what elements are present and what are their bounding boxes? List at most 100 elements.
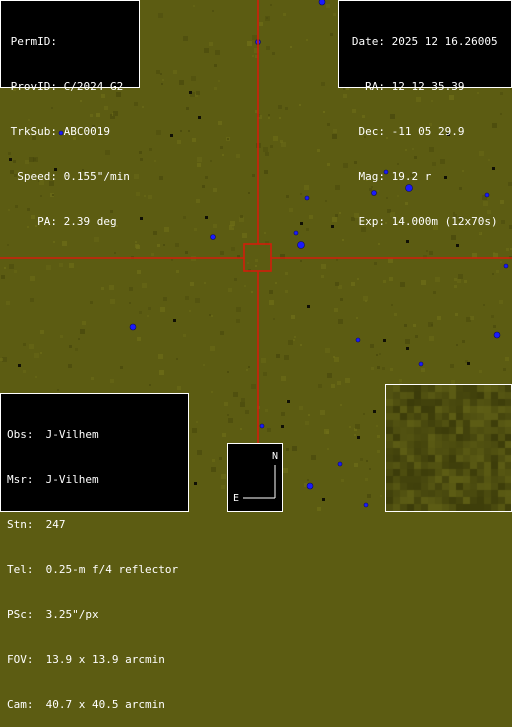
noise-pixel [142,106,144,108]
noise-pixel [327,163,330,166]
noise-pixel [90,301,93,304]
noise-pixel [265,152,269,156]
star [129,323,137,331]
star [293,230,299,236]
noise-pixel [300,344,302,346]
noise-pixel [211,391,213,393]
dark-pixel [322,498,325,501]
noise-pixel [129,302,131,304]
zoom-thumbnail[interactable] [385,384,512,512]
noise-pixel [281,412,285,416]
noise-pixel [311,455,316,460]
noise-pixel [202,185,205,188]
noise-pixel [267,428,271,432]
noise-pixel [139,151,142,154]
noise-pixel [156,70,160,74]
ra-row: RA: 12 12 35.39 [345,79,505,94]
noise-pixel [304,185,309,190]
noise-pixel [429,336,434,341]
noise-pixel [220,331,224,335]
noise-pixel [244,285,246,287]
noise-pixel [7,244,9,246]
noise-pixel [40,352,42,354]
noise-pixel [248,192,250,194]
noise-pixel [289,208,293,212]
noise-pixel [194,228,197,231]
noise-pixel [6,301,10,305]
dark-pixel [140,217,143,220]
noise-pixel [270,145,273,148]
noise-pixel [252,174,255,177]
noise-pixel [263,372,267,376]
noise-pixel [285,107,288,110]
noise-pixel [285,272,288,275]
speed-label: Speed: [17,170,57,183]
noise-pixel [142,283,147,288]
noise-pixel [242,233,247,238]
noise-pixel [134,102,138,106]
noise-pixel [82,321,86,325]
noise-pixel [144,195,146,197]
dark-pixel [205,216,208,219]
noise-pixel [139,311,142,314]
ra-label: RA: [365,80,385,93]
noise-pixel [454,278,457,281]
noise-pixel [268,117,270,119]
noise-pixel [222,433,226,437]
pa-value: 2.39 deg [63,215,117,228]
noise-pixel [508,182,512,186]
noise-pixel [279,117,281,119]
noise-pixel [136,192,140,196]
noise-pixel [192,138,196,142]
noise-pixel [175,243,179,247]
noise-pixel [159,176,163,180]
noise-pixel [14,270,17,273]
noise-pixel [30,276,35,281]
dark-pixel [373,410,376,413]
noise-pixel [428,322,433,327]
noise-pixel [183,36,188,41]
noise-pixel [284,355,289,360]
noise-pixel [308,414,310,416]
noise-pixel [351,282,355,286]
noise-pixel [177,386,181,390]
noise-pixel [394,313,397,316]
noise-pixel [149,148,152,151]
psc-value: 3.25"/px [45,608,99,621]
noise-pixel [437,316,441,320]
mag-row: Mag: 19.2 r [345,169,505,184]
noise-pixel [266,46,270,50]
trksub-label: TrkSub: [10,125,57,138]
noise-pixel [317,507,321,511]
star [418,361,424,367]
obs-label: Obs: [7,428,34,441]
noise-pixel [294,336,296,338]
noise-pixel [196,199,200,203]
noise-pixel [503,368,506,371]
noise-pixel [370,344,374,348]
noise-pixel [135,244,139,248]
noise-pixel [499,300,503,304]
noise-pixel [389,277,393,281]
noise-pixel [306,39,308,41]
noise-pixel [413,324,416,327]
noise-pixel [180,130,182,132]
noise-pixel [245,410,249,414]
noise-pixel [153,231,157,235]
noise-pixel [269,290,273,294]
noise-pixel [273,318,275,320]
stn-row: Stn: 247 [7,517,182,532]
noise-pixel [204,282,206,284]
noise-pixel [236,307,241,312]
noise-pixel [190,282,194,286]
noise-pixel [288,340,293,345]
noise-pixel [129,287,133,291]
noise-pixel [363,296,368,301]
noise-pixel [140,158,143,161]
noise-pixel [214,64,217,67]
noise-pixel [59,263,63,267]
noise-pixel [275,282,277,284]
noise-pixel [333,129,337,133]
noise-pixel [29,344,34,349]
dark-pixel [383,339,386,342]
